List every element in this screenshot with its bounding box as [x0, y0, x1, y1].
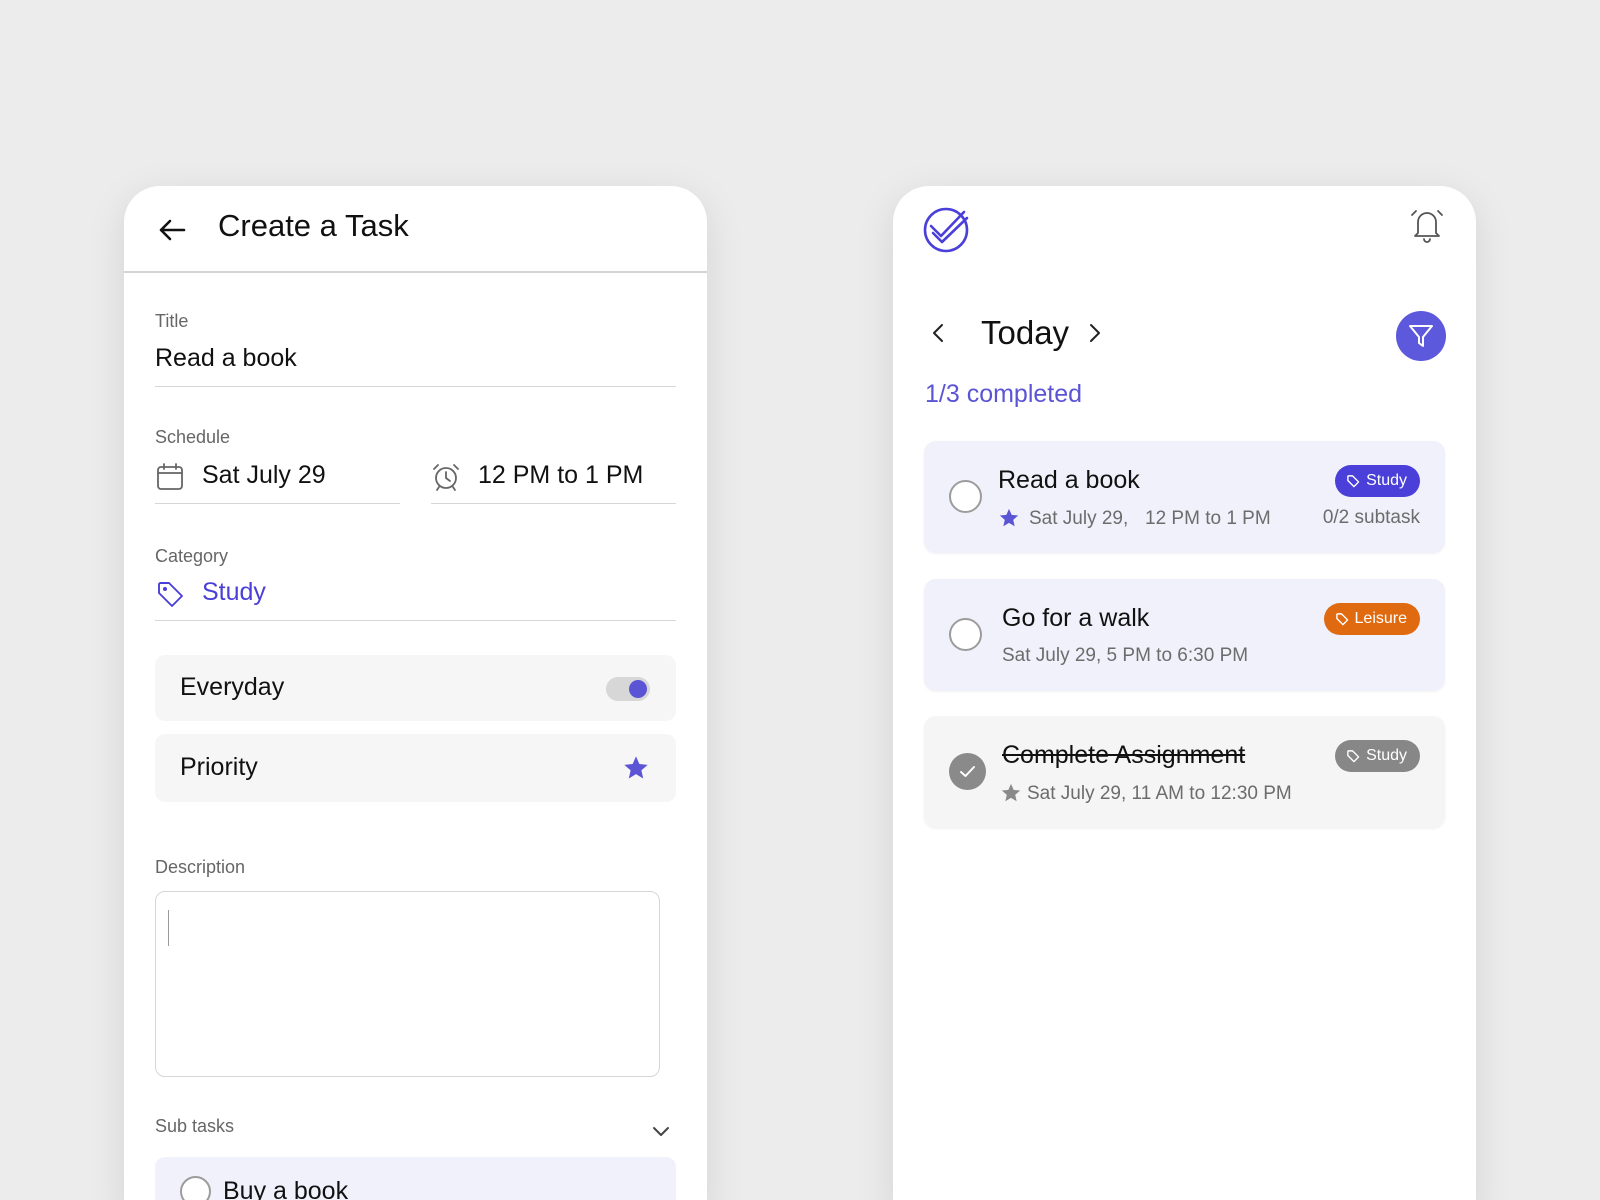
star-icon[interactable] [622, 754, 650, 782]
today-screen: Today 1/3 completed Read a book Sat July… [893, 186, 1476, 1200]
task-checkbox-checked[interactable] [949, 753, 986, 790]
date-picker[interactable]: Sat July 29 [202, 461, 326, 490]
description-textarea[interactable] [155, 891, 660, 1077]
priority-row[interactable]: Priority [155, 734, 676, 802]
subtask-checkbox[interactable] [180, 1176, 211, 1200]
category-label: Category [155, 546, 229, 566]
check-icon [960, 766, 975, 777]
title-label: Title [155, 311, 189, 331]
tag-badge: Study [1335, 465, 1420, 497]
chevron-left-icon[interactable] [926, 320, 952, 346]
everyday-toggle[interactable] [606, 677, 650, 701]
title-underline [155, 386, 676, 387]
tag-label: Study [1366, 747, 1407, 764]
subtask-label: Buy a book [223, 1177, 349, 1200]
calendar-icon [157, 463, 183, 490]
star-icon [1001, 783, 1021, 802]
task-time: 12 PM to 1 PM [1145, 508, 1271, 529]
alarm-clock-icon [433, 464, 459, 491]
task-card[interactable]: Go for a walk Sat July 29, 5 PM to 6:30 … [924, 579, 1445, 691]
task-checkbox[interactable] [949, 480, 982, 513]
task-title: Complete Assignment [1002, 741, 1246, 769]
time-underline [431, 503, 676, 504]
tag-badge: Leisure [1323, 603, 1420, 635]
date-underline [155, 503, 400, 504]
text-caret [168, 910, 169, 946]
date-heading: Today [981, 314, 1070, 351]
category-underline [155, 620, 676, 621]
task-title: Read a book [998, 466, 1140, 494]
description-label: Description [155, 857, 246, 877]
subtask-item[interactable]: Buy a book [155, 1157, 676, 1200]
filter-icon [1409, 325, 1433, 347]
task-card[interactable]: Read a book Sat July 29, 12 PM to 1 PM 0… [924, 441, 1445, 553]
arrow-left-icon[interactable] [154, 212, 190, 248]
completion-counter: 1/3 completed [925, 380, 1083, 408]
subtasks-label: Sub tasks [155, 1116, 235, 1136]
tag-badge: Study [1335, 740, 1420, 772]
chevron-right-icon[interactable] [1081, 320, 1107, 346]
task-date: Sat July 29, [1029, 508, 1129, 529]
tag-icon [1347, 475, 1360, 488]
everyday-row: Everyday [155, 655, 676, 721]
task-title: Go for a walk [1002, 604, 1150, 632]
tag-label: Study [1366, 472, 1407, 489]
tag-label: Leisure [1354, 610, 1407, 627]
task-checkbox[interactable] [949, 618, 982, 651]
title-input[interactable]: Read a book [155, 344, 297, 373]
page-title: Create a Task [218, 208, 409, 243]
toggle-knob [629, 680, 647, 698]
subtask-count: 0/2 subtask [1322, 507, 1420, 528]
everyday-label: Everyday [180, 673, 285, 701]
task-schedule: Sat July 29, 5 PM to 6:30 PM [1002, 645, 1249, 666]
tag-icon [1335, 613, 1348, 626]
schedule-label: Schedule [155, 427, 231, 447]
task-card[interactable]: Complete Assignment Sat July 29, 11 AM t… [924, 716, 1445, 828]
screen-header: Create a Task [124, 186, 707, 273]
star-icon [999, 508, 1019, 527]
priority-label: Priority [180, 753, 258, 781]
check-logo-icon [923, 207, 969, 253]
tag-icon [158, 582, 183, 607]
time-picker[interactable]: 12 PM to 1 PM [478, 461, 643, 490]
category-select[interactable]: Study [202, 578, 266, 607]
bell-icon[interactable] [1408, 206, 1446, 244]
tag-icon [1347, 750, 1360, 763]
chevron-down-icon[interactable] [650, 1120, 672, 1142]
task-schedule: Sat July 29, 11 AM to 12:30 PM [1027, 783, 1292, 804]
create-task-screen: Create a Task Title Read a book Schedule… [124, 186, 707, 1200]
filter-button[interactable] [1396, 311, 1446, 361]
